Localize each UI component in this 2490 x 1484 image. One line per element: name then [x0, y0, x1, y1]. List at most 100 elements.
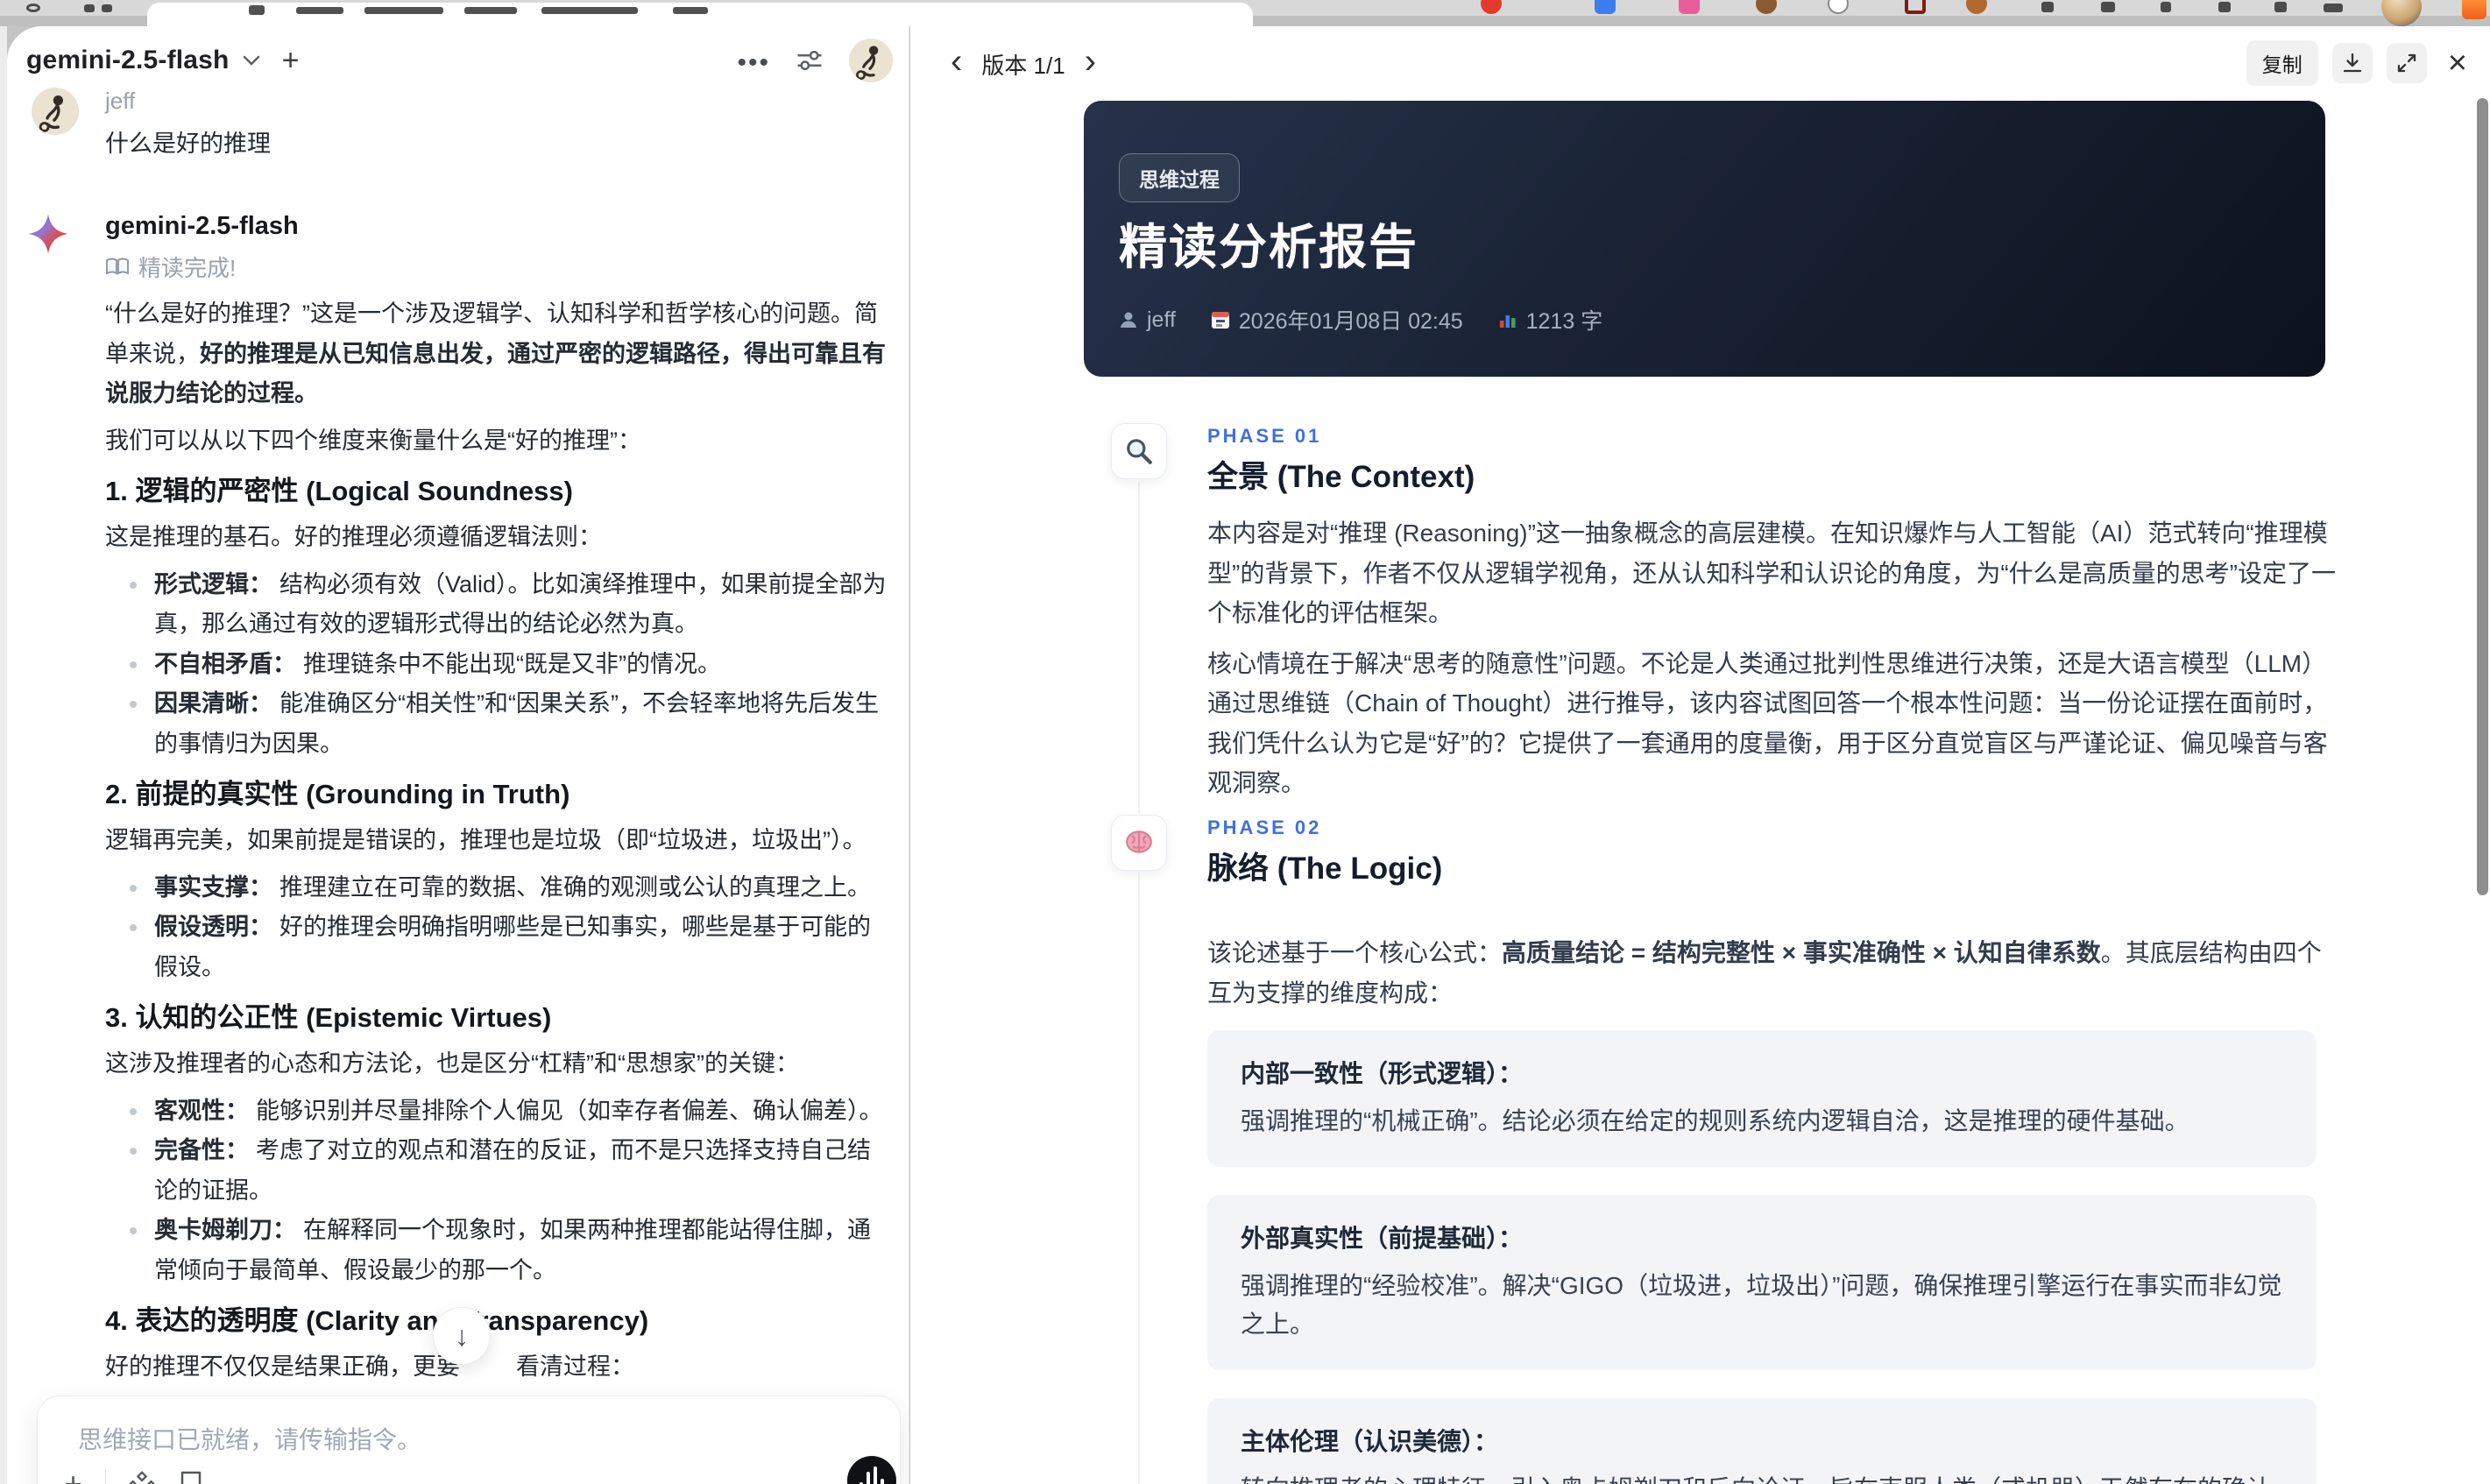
statusbar-icon[interactable]: [1595, 0, 1616, 14]
attach-button[interactable]: +: [64, 1468, 82, 1484]
expand-icon: [2397, 53, 2416, 73]
browser-tab[interactable]: [147, 3, 1253, 26]
magnifier-icon: [1127, 439, 1152, 464]
user-avatar[interactable]: [849, 39, 893, 82]
assistant-name: gemini-2.5-flash: [105, 212, 299, 240]
chat-panel: gemini-2.5-flash + ••• jeff 什么是好的推理 gemi…: [7, 26, 909, 1484]
statusbar-icon[interactable]: [2462, 0, 2486, 19]
phase-label: PHASE 01: [1207, 425, 1322, 447]
phase-paragraph: 该论述基于一个核心公式：高质量结论 = 结构完整性 × 事实准确性 × 认知自律…: [1207, 939, 2322, 1007]
statusbar-icon[interactable]: [1828, 0, 1849, 14]
download-icon: [2343, 53, 2361, 73]
brain-icon: [1126, 830, 1152, 853]
chevron-down-icon: [243, 55, 259, 66]
report-title: 精读分析报告: [1119, 220, 1419, 274]
next-version-button[interactable]: ›: [1085, 44, 1096, 84]
fullscreen-button[interactable]: [2386, 43, 2427, 83]
list-item: 事实支撑： 推理建立在可靠的数据、准确的观测或公认的真理之上。: [105, 868, 887, 908]
artifact-panel: ‹ 版本 1/1 › 复制 × 思维过程 精读分析报告 jeff 2026年01…: [910, 26, 2490, 1484]
statusbar-glyph[interactable]: [2324, 4, 2343, 12]
close-panel-button[interactable]: ×: [2441, 46, 2474, 80]
tab-title-fragment: [464, 7, 517, 14]
menubar-glyph-fragment: [102, 4, 112, 12]
statusbar-glyph[interactable]: [2101, 2, 2115, 12]
composer-placeholder[interactable]: 思维接口已就绪，请传输指令。: [78, 1421, 421, 1456]
phase-icon-card: [1111, 815, 1167, 871]
section-lead: 这涉及推理者的心态和方法论，也是区分“杠精”和“思想家”的关键：: [105, 1050, 799, 1077]
list-item: 因果清晰： 能准确区分“相关性”和“因果关系”，不会轻率地将先后发生的事情归为因果…: [105, 684, 887, 764]
intro-paragraph: “什么是好的推理？”这是一个涉及逻辑学、认知科学和哲学核心的问题。简单来说，好的…: [105, 300, 886, 406]
bullet-list: 事实支撑： 推理建立在可靠的数据、准确的观测或公认的真理之上。 假设透明： 好的推理…: [105, 868, 887, 988]
phase-title: 全景 (The Context): [1207, 460, 1475, 494]
more-options-button[interactable]: •••: [737, 45, 770, 76]
phase-paragraph: 本内容是对“推理 (Reasoning)”这一抽象概念的高层建模。在知识爆炸与人…: [1207, 519, 2336, 626]
waveform-icon: [874, 1466, 877, 1484]
list-item: 假设透明： 好的推理会明确指明哪些是已知事实，哪些是基于可能的假设。: [105, 908, 887, 987]
dimension-title: 外部真实性（前提基础）：: [1241, 1225, 1524, 1252]
download-button[interactable]: [2331, 43, 2373, 83]
model-selector[interactable]: gemini-2.5-flash +: [26, 46, 299, 75]
dimension-title: 内部一致性（形式逻辑）：: [1241, 1060, 1524, 1087]
gemini-star-icon: [28, 214, 68, 254]
statusbar-icon[interactable]: [1905, 0, 1926, 14]
message-composer[interactable]: 思维接口已就绪，请传输指令。 +: [37, 1396, 901, 1484]
toolbar-divider: [105, 1469, 107, 1484]
bookmark-icon[interactable]: [178, 1470, 204, 1484]
list-item: 形式逻辑： 结构必须有效（Valid）。比如演绎推理中，如果前提全部为真，那么通过…: [105, 565, 887, 645]
dimension-title: 主体伦理（认识美德）：: [1241, 1428, 1499, 1455]
dimension-body: 强调推理的“机械正确”。结论必须在给定的规则系统内逻辑自洽，这是推理的硬件基础。: [1241, 1107, 2189, 1134]
scrollbar-thumb[interactable]: [2477, 98, 2488, 895]
timeline-line: [1138, 873, 1140, 1484]
menubar-glyph-fragment: [26, 4, 40, 12]
user-name: jeff: [105, 88, 136, 114]
dimension-cards: 内部一致性（形式逻辑）： 强调推理的“机械正确”。结论必须在给定的规则系统内逻辑…: [1207, 1030, 2317, 1484]
chart-icon: [1499, 315, 1516, 328]
calendar-icon: [1211, 312, 1229, 329]
section-heading: 3. 认知的公正性 (Epistemic Virtues): [105, 1002, 552, 1033]
list-item: 完备性： 考虑了对立的观点和潜在的反证，而不是只选择支持自己结论的证据。: [105, 1131, 887, 1211]
copy-button[interactable]: 复制: [2246, 40, 2318, 86]
statusbar-icon[interactable]: [1756, 0, 1777, 14]
model-name: gemini-2.5-flash: [26, 46, 230, 74]
prev-version-button[interactable]: ‹: [951, 44, 962, 84]
dimension-card: 外部真实性（前提基础）： 强调推理的“经验校准”。解决“GIGO（垃圾进，垃圾出…: [1207, 1195, 2317, 1370]
dimension-body: 转向推理者的心理特征。引入奥卡姆剃刀和反向论证，旨在克服人类（或机器）天然存在的…: [1241, 1470, 2283, 1484]
assistant-message-body: “什么是好的推理？”这是一个涉及逻辑学、认知科学和哲学核心的问题。简单来说，好的…: [105, 294, 887, 1474]
tab-title-fragment: [296, 7, 343, 14]
phase-body: 该论述基于一个核心公式：高质量结论 = 结构完整性 × 事实准确性 × 认知自律…: [1207, 933, 2338, 1023]
statusbar-glyph[interactable]: [2041, 2, 2054, 12]
statusbar-glyph[interactable]: [2218, 2, 2231, 12]
statusbar-icon[interactable]: [1966, 0, 1987, 14]
statusbar-icon[interactable]: [1481, 0, 1502, 14]
statusbar-avatar[interactable]: [2381, 0, 2422, 26]
waveform-icon: [881, 1479, 884, 1484]
desktop-edge: [0, 26, 7, 1484]
section-heading: 4. 表达的透明度 (Clarity and Transparency): [105, 1305, 649, 1336]
assistant-status: 精读完成!: [105, 251, 236, 283]
scroll-to-bottom-button[interactable]: ↓: [433, 1307, 491, 1365]
statusbar-icon[interactable]: [1679, 0, 1700, 14]
chat-header: gemini-2.5-flash + •••: [7, 26, 909, 96]
list-item: 客观性： 能够识别并尽量排除个人偏见（如幸存者偏差、确认偏差）。: [105, 1092, 887, 1132]
models-diamond-icon[interactable]: [129, 1471, 155, 1484]
report-author: jeff: [1119, 307, 1176, 333]
book-icon: [106, 258, 129, 275]
dimension-card: 内部一致性（形式逻辑）： 强调推理的“机械正确”。结论必须在给定的规则系统内逻辑…: [1207, 1030, 2317, 1167]
user-message: 什么是好的推理: [105, 131, 271, 157]
system-menubar: [0, 0, 2490, 26]
screen: gemini-2.5-flash + ••• jeff 什么是好的推理 gemi…: [0, 0, 2490, 1484]
statusbar-glyph[interactable]: [2274, 2, 2287, 12]
waveform-icon: [867, 1472, 870, 1484]
bullet-list: 客观性： 能够识别并尽量排除个人偏见（如幸存者偏差、确认偏差）。 完备性： 考虑了对…: [105, 1092, 887, 1291]
report-type-badge: 思维过程: [1119, 153, 1240, 202]
section-lead: 这是推理的基石。好的推理必须遵循逻辑法则：: [105, 524, 602, 550]
statusbar-glyph[interactable]: [2161, 2, 2171, 12]
new-chat-button[interactable]: +: [282, 46, 300, 75]
phase-label: PHASE 02: [1207, 816, 1322, 838]
tab-title-fragment: [673, 7, 708, 14]
report-meta: jeff 2026年01月08日 02:45 1213 字: [1119, 304, 1602, 336]
section-lead: 逻辑再完美，如果前提是错误的，推理也是垃圾（即“垃圾进，垃圾出”）。: [105, 827, 867, 853]
voice-input-button[interactable]: [847, 1456, 896, 1484]
settings-sliders-icon[interactable]: [796, 48, 823, 73]
phase-paragraph: 核心情境在于解决“思考的随意性”问题。不论是人类通过批判性思维进行决策，还是大语…: [1207, 649, 2328, 797]
